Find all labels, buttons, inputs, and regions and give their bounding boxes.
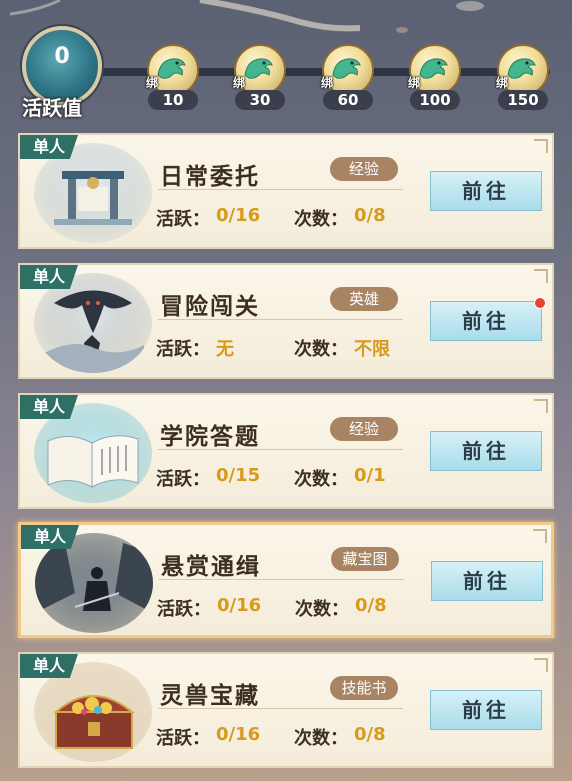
- activity-progress: 0/16: [216, 724, 261, 745]
- task-title: 日常委托: [160, 164, 260, 190]
- bind-label: 绑: [496, 76, 509, 90]
- bind-label: 绑: [321, 76, 334, 90]
- reward-threshold: 30: [235, 90, 285, 110]
- goto-button[interactable]: 前往: [430, 301, 542, 341]
- activity-label: 活跃：: [156, 728, 210, 749]
- activity-header: 0 活跃值 绑 10 绑 30 绑 60 绑 100 绑 150: [0, 0, 572, 125]
- dragon-icon: [157, 58, 186, 79]
- divider: [158, 319, 403, 320]
- activity-label: 活跃：: [156, 339, 210, 360]
- mode-tag-solo: 单人: [21, 525, 79, 549]
- reward-type-tag: 经验: [330, 157, 398, 181]
- corner-ornament: [534, 269, 548, 283]
- activity-progress: 无: [216, 339, 234, 360]
- count-progress: 0/8: [355, 595, 387, 616]
- activity-progress: 0/16: [217, 595, 262, 616]
- activity-label: 活跃：: [156, 209, 210, 230]
- task-card-spirit-beast-treasure: 单人 灵兽宝藏 技能书 活跃： 0/16 次数： 0/8 前往: [18, 652, 554, 768]
- reward-type-tag: 技能书: [330, 676, 398, 700]
- divider: [158, 708, 403, 709]
- count-progress: 0/1: [354, 465, 386, 486]
- activity-reward-chest[interactable]: 绑 150: [494, 44, 552, 112]
- count-label: 次数：: [295, 599, 349, 620]
- task-card-bounty-hunt: 单人 悬赏通缉 藏宝图 活跃： 0/16 次数： 0/8 前往: [18, 522, 554, 638]
- task-title: 学院答题: [160, 424, 260, 450]
- count-progress: 0/8: [354, 724, 386, 745]
- corner-ornament: [533, 529, 547, 543]
- reward-type-tag: 经验: [330, 417, 398, 441]
- divider: [158, 189, 403, 190]
- count-label: 次数：: [294, 728, 348, 749]
- corner-ornament: [534, 399, 548, 413]
- count-progress: 0/8: [354, 205, 386, 226]
- corner-ornament: [534, 139, 548, 153]
- notification-dot: [534, 297, 546, 309]
- reward-threshold: 100: [410, 90, 460, 110]
- task-card-academy-quiz: 单人 学院答题 经验 活跃： 0/15 次数： 0/1 前往: [18, 393, 554, 509]
- bind-label: 绑: [233, 76, 246, 90]
- reward-threshold: 150: [498, 90, 548, 110]
- divider: [158, 449, 403, 450]
- mode-tag-solo: 单人: [20, 265, 78, 289]
- dragon-icon: [419, 58, 448, 79]
- activity-progress: 0/16: [216, 205, 261, 226]
- count-label: 次数：: [294, 469, 348, 490]
- dragon-icon: [332, 58, 361, 79]
- goto-button[interactable]: 前往: [430, 431, 542, 471]
- mode-tag-solo: 单人: [20, 654, 78, 678]
- activity-progress: 0/15: [216, 465, 261, 486]
- mode-tag-solo: 单人: [20, 395, 78, 419]
- activity-value: 0: [54, 44, 70, 69]
- task-card-adventure-challenge: 单人 冒险闯关 英雄 活跃： 无 次数： 不限 前往: [18, 263, 554, 379]
- corner-ornament: [534, 658, 548, 672]
- count-label: 次数：: [294, 209, 348, 230]
- activity-reward-chest[interactable]: 绑 100: [406, 44, 464, 112]
- count-progress: 不限: [354, 339, 390, 360]
- mode-tag-solo: 单人: [20, 135, 78, 159]
- goto-button[interactable]: 前往: [430, 690, 542, 730]
- task-title: 灵兽宝藏: [160, 683, 260, 709]
- reward-type-tag: 英雄: [330, 287, 398, 311]
- bind-label: 绑: [146, 76, 159, 90]
- count-label: 次数：: [294, 339, 348, 360]
- divider: [159, 579, 404, 580]
- activity-reward-chest[interactable]: 绑 30: [231, 44, 289, 112]
- goto-button[interactable]: 前往: [431, 561, 543, 601]
- activity-label: 活跃：: [157, 599, 211, 620]
- bind-label: 绑: [408, 76, 421, 90]
- reward-threshold: 10: [148, 90, 198, 110]
- goto-button[interactable]: 前往: [430, 171, 542, 211]
- task-title: 冒险闯关: [160, 294, 260, 320]
- reward-type-tag: 藏宝图: [331, 547, 399, 571]
- activity-reward-chest[interactable]: 绑 10: [144, 44, 202, 112]
- activity-reward-chest[interactable]: 绑 60: [319, 44, 377, 112]
- task-card-daily-commission: 单人 日常委托 经验 活跃： 0/16 次数： 0/8 前往: [18, 133, 554, 249]
- activity-label: 活跃值: [22, 96, 82, 120]
- activity-label: 活跃：: [156, 469, 210, 490]
- reward-threshold: 60: [323, 90, 373, 110]
- dragon-icon: [244, 58, 273, 79]
- task-title: 悬赏通缉: [161, 554, 261, 580]
- dragon-icon: [507, 58, 536, 79]
